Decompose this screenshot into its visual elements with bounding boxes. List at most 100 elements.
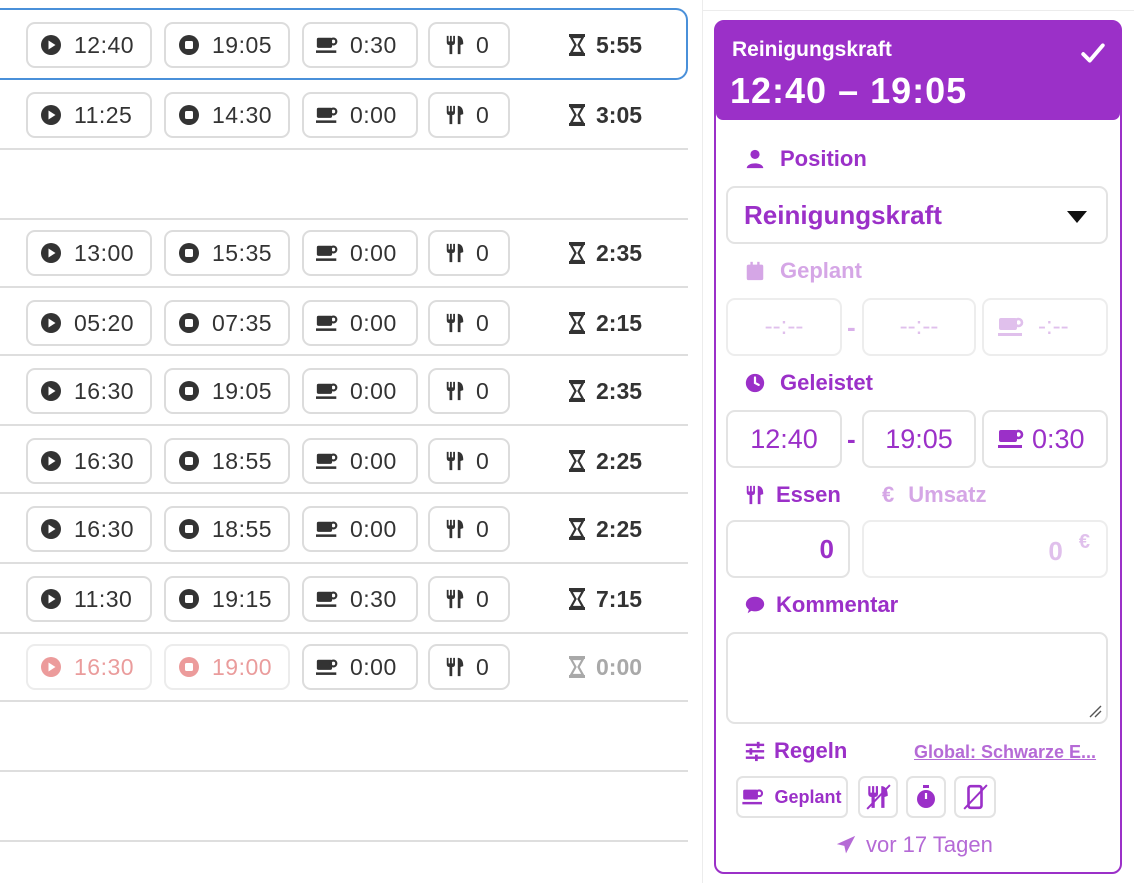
- hourglass-icon: [568, 518, 586, 540]
- planned-end-input[interactable]: --:--: [862, 298, 976, 356]
- stop-icon: [178, 312, 200, 334]
- done-pause-value: 0:30: [1032, 423, 1085, 454]
- rule-meals-button[interactable]: [858, 776, 898, 818]
- table-row[interactable]: 13:00 15:35 0:00 0 2:35: [0, 218, 688, 286]
- end-time-pill[interactable]: 14:30: [164, 92, 290, 138]
- coffee-icon: [316, 380, 338, 402]
- end-time-pill[interactable]: 07:35: [164, 300, 290, 346]
- resize-handle-icon[interactable]: [1088, 704, 1102, 718]
- start-time-pill[interactable]: 13:00: [26, 230, 152, 276]
- meals-pill[interactable]: 0: [428, 438, 510, 484]
- start-time-pill[interactable]: 05:20: [26, 300, 152, 346]
- done-start-input[interactable]: 12:40: [726, 410, 842, 468]
- revenue-currency: €: [1078, 530, 1090, 553]
- comment-icon: [745, 596, 765, 614]
- pause-pill[interactable]: 0:30: [302, 22, 418, 68]
- start-time-pill[interactable]: 16:30: [26, 438, 152, 484]
- pause-pill[interactable]: 0:00: [302, 230, 418, 276]
- hourglass-icon: [568, 34, 586, 56]
- row-divider: [0, 840, 688, 842]
- meals-pill[interactable]: 0: [428, 230, 510, 276]
- start-time-pill[interactable]: 11:25: [26, 92, 152, 138]
- start-time-pill[interactable]: 12:40: [26, 22, 152, 68]
- end-time-pill[interactable]: 18:55: [164, 506, 290, 552]
- meals-pill[interactable]: 0: [428, 368, 510, 414]
- rules-global-link[interactable]: Global: Schwarze E...: [914, 742, 1096, 763]
- done-pause-input[interactable]: 0:30: [982, 410, 1108, 468]
- meals-pill[interactable]: 0: [428, 22, 510, 68]
- table-row[interactable]: 05:20 07:35 0:00 0 2:15: [0, 288, 688, 356]
- hourglass-icon: [568, 656, 586, 678]
- start-time-pill-value: 16:30: [74, 447, 135, 474]
- start-time-pill[interactable]: 16:30: [26, 506, 152, 552]
- cutlery-icon: [444, 242, 466, 264]
- pause-pill[interactable]: 0:30: [302, 576, 418, 622]
- comment-textarea[interactable]: [726, 632, 1108, 724]
- start-time-pill-value: 05:20: [74, 309, 135, 336]
- chevron-down-icon: [1067, 211, 1087, 223]
- coffee-icon: [742, 789, 764, 805]
- end-time-pill[interactable]: 19:00: [164, 644, 290, 690]
- rule-timer-button[interactable]: [906, 776, 946, 818]
- row-total: 2:35: [568, 368, 678, 414]
- position-select[interactable]: Reinigungskraft: [726, 186, 1108, 244]
- end-time-pill[interactable]: 18:55: [164, 438, 290, 484]
- row-divider: [0, 700, 688, 702]
- row-divider: [0, 770, 688, 772]
- meals-pill-value: 0: [476, 653, 490, 680]
- meals-pill-value: 0: [476, 377, 490, 404]
- row-total-value: 7:15: [596, 585, 643, 612]
- calendar-icon: [746, 261, 764, 281]
- pause-pill[interactable]: 0:00: [302, 300, 418, 346]
- row-total-value: 5:55: [596, 31, 643, 58]
- table-row[interactable]: 16:30 18:55 0:00 0 2:25: [0, 494, 688, 562]
- user-icon: [746, 149, 764, 169]
- planned-start-input[interactable]: --:--: [726, 298, 842, 356]
- meals-pill[interactable]: 0: [428, 506, 510, 552]
- revenue-input[interactable]: 0 €: [862, 520, 1108, 578]
- end-time-pill[interactable]: 19:15: [164, 576, 290, 622]
- planned-label: Geplant: [780, 258, 862, 283]
- pause-pill[interactable]: 0:00: [302, 368, 418, 414]
- pause-pill-value: 0:30: [350, 31, 397, 58]
- pause-pill-value: 0:00: [350, 447, 397, 474]
- hourglass-icon: [568, 242, 586, 264]
- end-time-pill[interactable]: 19:05: [164, 22, 290, 68]
- play-icon: [40, 242, 62, 264]
- pause-pill[interactable]: 0:00: [302, 438, 418, 484]
- meals-input[interactable]: 0: [726, 520, 850, 578]
- meals-pill[interactable]: 0: [428, 576, 510, 622]
- pause-pill[interactable]: 0:00: [302, 644, 418, 690]
- table-row[interactable]: 11:25 14:30 0:00 0 3:05: [0, 80, 688, 148]
- meals-pill[interactable]: 0: [428, 92, 510, 138]
- start-time-pill[interactable]: 16:30: [26, 644, 152, 690]
- planned-pause-value: -:--: [1038, 313, 1069, 340]
- table-row[interactable]: 16:30 19:00 0:00 0 0:00: [0, 632, 688, 700]
- check-icon[interactable]: [1080, 40, 1106, 66]
- shift-time-range: 12:40 – 19:05: [730, 70, 968, 111]
- table-row[interactable]: 16:30 18:55 0:00 0 2:25: [0, 426, 688, 494]
- meals-pill[interactable]: 0: [428, 300, 510, 346]
- row-total: 7:15: [568, 576, 678, 622]
- pause-pill[interactable]: 0:00: [302, 92, 418, 138]
- table-row[interactable]: 16:30 19:05 0:00 0 2:35: [0, 356, 688, 424]
- end-time-pill-value: 15:35: [212, 239, 273, 266]
- end-time-pill[interactable]: 19:05: [164, 368, 290, 414]
- end-time-pill[interactable]: 15:35: [164, 230, 290, 276]
- rule-pause-button[interactable]: Geplant: [736, 776, 848, 818]
- coffee-icon: [998, 429, 1024, 448]
- planned-pause-input[interactable]: -:--: [982, 298, 1108, 356]
- pause-pill[interactable]: 0:00: [302, 506, 418, 552]
- rules-label-row: Regeln: [744, 738, 847, 764]
- shift-header[interactable]: Reinigungskraft 12:40 – 19:05: [716, 22, 1120, 120]
- table-row[interactable]: 11:30 19:15 0:30 0 7:15: [0, 564, 688, 632]
- play-icon: [40, 518, 62, 540]
- done-end-input[interactable]: 19:05: [862, 410, 976, 468]
- meals-pill[interactable]: 0: [428, 644, 510, 690]
- start-time-pill[interactable]: 16:30: [26, 368, 152, 414]
- rule-mobile-button[interactable]: [954, 776, 996, 818]
- done-end-value: 19:05: [885, 423, 953, 454]
- start-time-pill[interactable]: 11:30: [26, 576, 152, 622]
- table-row[interactable]: 12:40 19:05 0:30 0 5:55: [0, 8, 688, 80]
- stop-icon: [178, 588, 200, 610]
